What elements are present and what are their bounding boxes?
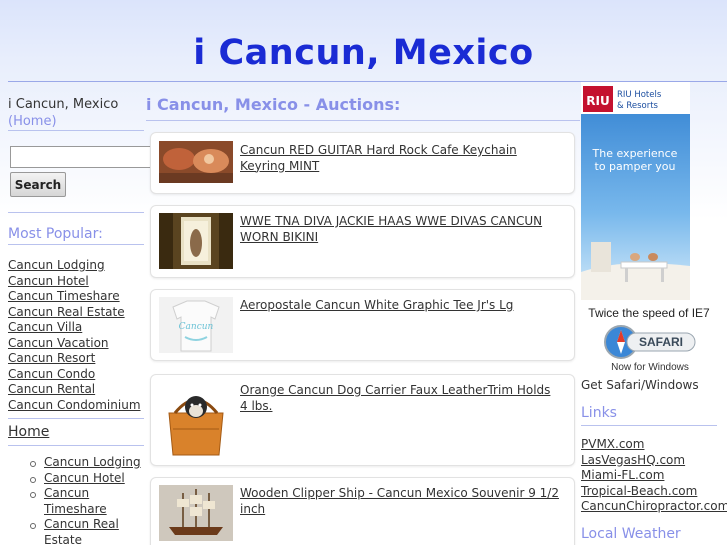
- riu-brand-line1: RIU Hotels: [617, 90, 662, 100]
- links-heading: Links: [581, 405, 617, 421]
- list-item: Cancun Timeshare: [30, 486, 148, 517]
- ship-thumbnail[interactable]: [159, 485, 233, 541]
- popular-link[interactable]: Cancun Real Estate: [8, 305, 125, 319]
- tee-thumbnail[interactable]: Cancun: [159, 297, 233, 353]
- popular-link[interactable]: Cancun Rental: [8, 382, 95, 396]
- external-link[interactable]: LasVegasHQ.com: [581, 453, 685, 467]
- auction-card: Cancun Aeropostale Cancun White Graphic …: [150, 289, 575, 361]
- list-item: Cancun Condo: [8, 367, 141, 383]
- home-heading-link[interactable]: Home: [8, 424, 49, 440]
- auctions-heading: i Cancun, Mexico - Auctions:: [146, 95, 401, 114]
- safari-headline: Twice the speed of IE7: [588, 306, 710, 320]
- search-button[interactable]: Search: [10, 172, 66, 197]
- riu-tagline-line1: The experience: [592, 147, 678, 160]
- home-sublist: Cancun Lodging Cancun Hotel Cancun Times…: [30, 455, 148, 545]
- bikini-thumbnail[interactable]: [159, 213, 233, 269]
- list-item: Miami-FL.com: [581, 468, 727, 484]
- auction-link[interactable]: Wooden Clipper Ship - Cancun Mexico Souv…: [240, 486, 560, 517]
- sidebar-site-name: i Cancun, Mexico: [8, 97, 119, 112]
- popular-link[interactable]: Cancun Resort: [8, 351, 95, 365]
- external-link[interactable]: Miami-FL.com: [581, 468, 664, 482]
- popular-link[interactable]: Cancun Condo: [8, 367, 95, 381]
- list-item: Cancun Vacation: [8, 336, 141, 352]
- list-item: Cancun Rental: [8, 382, 141, 398]
- left-sidebar: i Cancun, Mexico (Home) Search Most Popu…: [8, 96, 153, 545]
- sidebar-divider: [8, 418, 144, 419]
- links-list: PVMX.com LasVegasHQ.com Miami-FL.com Tro…: [581, 437, 727, 515]
- keychain-thumbnail[interactable]: [159, 141, 233, 183]
- popular-link[interactable]: Cancun Villa: [8, 320, 82, 334]
- list-item: Cancun Hotel: [8, 274, 141, 290]
- list-item: Cancun Hotel: [30, 471, 148, 487]
- auction-link[interactable]: Cancun RED GUITAR Hard Rock Cafe Keychai…: [240, 143, 560, 174]
- riu-hotels-ad[interactable]: RIU RIU Hotels & Resorts The experience …: [581, 82, 690, 300]
- popular-link[interactable]: Cancun Condominium: [8, 398, 141, 412]
- safari-subline: Now for Windows: [611, 362, 689, 373]
- auction-card: Cancun RED GUITAR Hard Rock Cafe Keychai…: [150, 132, 575, 194]
- external-link[interactable]: Tropical-Beach.com: [581, 484, 697, 498]
- list-item: Cancun Lodging: [8, 258, 141, 274]
- svg-text:Cancun: Cancun: [179, 322, 214, 332]
- list-item: PVMX.com: [581, 437, 727, 453]
- auction-card: WWE TNA DIVA JACKIE HAAS WWE DIVAS CANCU…: [150, 205, 575, 278]
- search-input[interactable]: [10, 146, 153, 168]
- sidebar-divider: [8, 445, 144, 446]
- home-sublink[interactable]: Cancun Lodging: [44, 455, 141, 469]
- site-title: i Cancun, Mexico: [193, 33, 534, 73]
- home-sublink[interactable]: Cancun Hotel: [44, 471, 125, 485]
- list-item: Cancun Real Estate: [30, 517, 148, 545]
- list-item: Cancun Real Estate: [8, 305, 141, 321]
- list-item: Cancun Condominium: [8, 398, 141, 414]
- home-sublink[interactable]: Cancun Real Estate: [44, 517, 119, 545]
- auction-link[interactable]: WWE TNA DIVA JACKIE HAAS WWE DIVAS CANCU…: [240, 214, 560, 245]
- sidebar-divider: [8, 130, 144, 131]
- riu-tagline-line2: to pamper you: [595, 160, 676, 173]
- safari-button-label: SAFARI: [639, 335, 683, 349]
- external-link[interactable]: PVMX.com: [581, 437, 644, 451]
- auction-link[interactable]: Orange Cancun Dog Carrier Faux LeatherTr…: [240, 383, 560, 414]
- list-item: LasVegasHQ.com: [581, 453, 727, 469]
- sidebar-home-link[interactable]: (Home): [8, 114, 57, 129]
- home-sublink[interactable]: Cancun Timeshare: [44, 486, 107, 516]
- auction-link[interactable]: Aeropostale Cancun White Graphic Tee Jr'…: [240, 298, 560, 314]
- list-item: Tropical-Beach.com: [581, 484, 727, 500]
- sidebar-divider: [8, 212, 144, 213]
- popular-link[interactable]: Cancun Vacation: [8, 336, 109, 350]
- safari-ad[interactable]: Twice the speed of IE7 SAFARI Now for Wi…: [581, 303, 717, 375]
- popular-link[interactable]: Cancun Timeshare: [8, 289, 120, 303]
- sidebar-divider: [8, 244, 144, 245]
- list-item: Cancun Villa: [8, 320, 141, 336]
- riu-logo-text: RIU: [586, 94, 609, 108]
- most-popular-list: Cancun Lodging Cancun Hotel Cancun Times…: [8, 258, 141, 413]
- most-popular-heading: Most Popular:: [8, 226, 103, 242]
- get-safari-link[interactable]: Get Safari/Windows: [581, 378, 699, 392]
- popular-link[interactable]: Cancun Hotel: [8, 274, 89, 288]
- external-link[interactable]: CancunChiropractor.com: [581, 499, 727, 513]
- dog-carrier-thumbnail[interactable]: [159, 379, 233, 459]
- local-weather-heading: Local Weather: [581, 526, 681, 542]
- list-item: Cancun Resort: [8, 351, 141, 367]
- list-item: Cancun Timeshare: [8, 289, 141, 305]
- riu-brand-line2: & Resorts: [617, 101, 659, 111]
- list-item: Cancun Lodging: [30, 455, 148, 471]
- list-item: CancunChiropractor.com: [581, 499, 727, 515]
- auction-card: Orange Cancun Dog Carrier Faux LeatherTr…: [150, 374, 575, 466]
- main-divider: [146, 120, 580, 121]
- links-divider: [581, 425, 717, 426]
- popular-link[interactable]: Cancun Lodging: [8, 258, 105, 272]
- auction-card: Wooden Clipper Ship - Cancun Mexico Souv…: [150, 477, 575, 545]
